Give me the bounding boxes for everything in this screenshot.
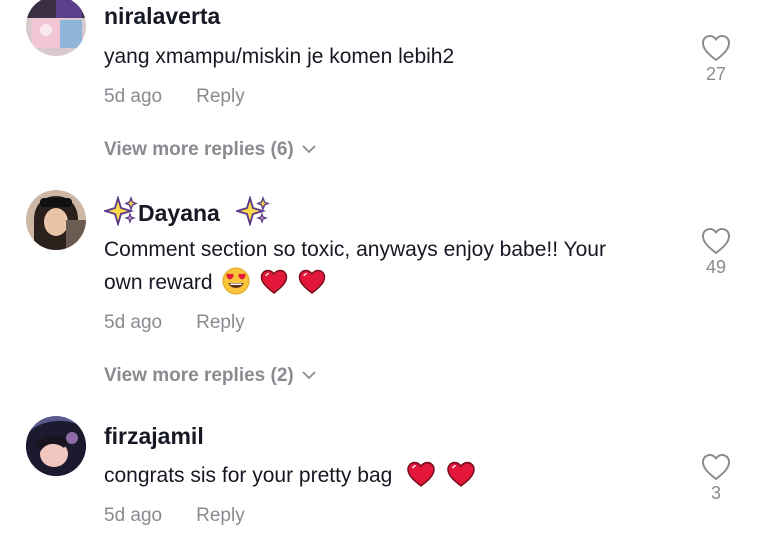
view-more-replies-button[interactable]: View more replies (2) <box>104 365 316 387</box>
sparkles-emoji <box>104 196 138 226</box>
comment-meta: 5d ago Reply <box>104 312 245 334</box>
like-count: 27 <box>705 64 727 84</box>
heart-outline-icon <box>701 453 731 481</box>
username[interactable]: niralaverta <box>104 3 220 30</box>
like-button[interactable]: 3 <box>698 453 734 504</box>
comment-text-line: Comment section so toxic, anyways enjoy … <box>104 238 606 261</box>
like-count: 49 <box>705 257 727 277</box>
comment-time: 5d ago <box>104 86 163 107</box>
view-more-replies-label: View more replies (2) <box>104 365 294 386</box>
like-count: 3 <box>710 483 721 503</box>
avatar-image <box>26 190 86 250</box>
reply-button[interactable]: Reply <box>196 86 245 107</box>
sparkles-emoji <box>236 196 270 226</box>
heart-outline-icon <box>701 227 731 255</box>
heart-eyes-emoji <box>222 267 250 295</box>
view-more-replies-label: View more replies (6) <box>104 139 294 160</box>
comment-text-content: congrats sis for your pretty bag <box>104 464 393 487</box>
avatar-image <box>26 416 86 476</box>
comment-text: congrats sis for your pretty bag <box>104 459 684 492</box>
like-button[interactable]: 27 <box>698 34 734 85</box>
comment-text-line: own reward <box>104 266 684 299</box>
comment-time: 5d ago <box>104 312 163 333</box>
red-heart-emoji <box>260 269 288 294</box>
red-heart-emoji <box>407 461 435 487</box>
chevron-down-icon <box>302 145 316 154</box>
comment-meta: 5d ago Reply <box>104 86 245 108</box>
comment-text: yang xmampu/miskin je komen lebih2 <box>104 45 455 68</box>
comment-text: Comment section so toxic, anyways enjoy … <box>104 233 684 299</box>
heart-outline-icon <box>701 34 731 62</box>
avatar[interactable] <box>26 190 86 250</box>
username[interactable]: Dayana <box>104 196 270 227</box>
red-heart-emoji <box>447 461 475 487</box>
reply-button[interactable]: Reply <box>196 505 245 526</box>
avatar-image <box>26 0 86 56</box>
avatar[interactable] <box>26 0 86 56</box>
chevron-down-icon <box>302 371 316 380</box>
comment-time: 5d ago <box>104 505 163 526</box>
view-more-replies-button[interactable]: View more replies (6) <box>104 139 316 161</box>
reply-button[interactable]: Reply <box>196 312 245 333</box>
red-heart-emoji <box>298 269 326 294</box>
like-button[interactable]: 49 <box>698 227 734 278</box>
avatar[interactable] <box>26 416 86 476</box>
username[interactable]: firzajamil <box>104 423 204 450</box>
comment-meta: 5d ago Reply <box>104 505 245 527</box>
comment-text-line-2: own reward <box>104 271 213 294</box>
username-text: Dayana <box>138 200 220 226</box>
